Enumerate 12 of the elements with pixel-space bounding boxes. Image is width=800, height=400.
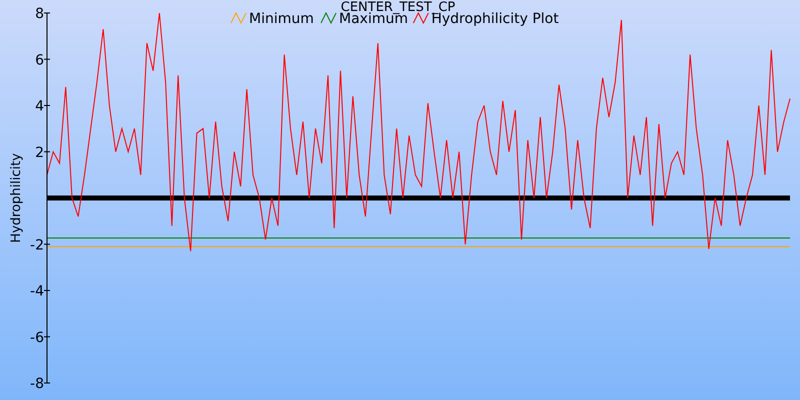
tick-label: 6	[35, 52, 44, 68]
legend-label: Maximum	[339, 11, 408, 27]
tick-label: -4	[30, 284, 44, 300]
tick-label: -8	[30, 376, 44, 392]
tick-label: 4	[35, 98, 44, 114]
axis-title: Hydrophilicity	[9, 153, 24, 243]
tick-label: -6	[30, 330, 44, 346]
legend-label: Minimum	[249, 11, 314, 27]
tick-label: 2	[35, 144, 44, 161]
tick-label: -2	[30, 237, 44, 254]
legend-label: Hydrophilicity Plot	[431, 11, 559, 27]
tick-label: 8	[35, 6, 44, 22]
